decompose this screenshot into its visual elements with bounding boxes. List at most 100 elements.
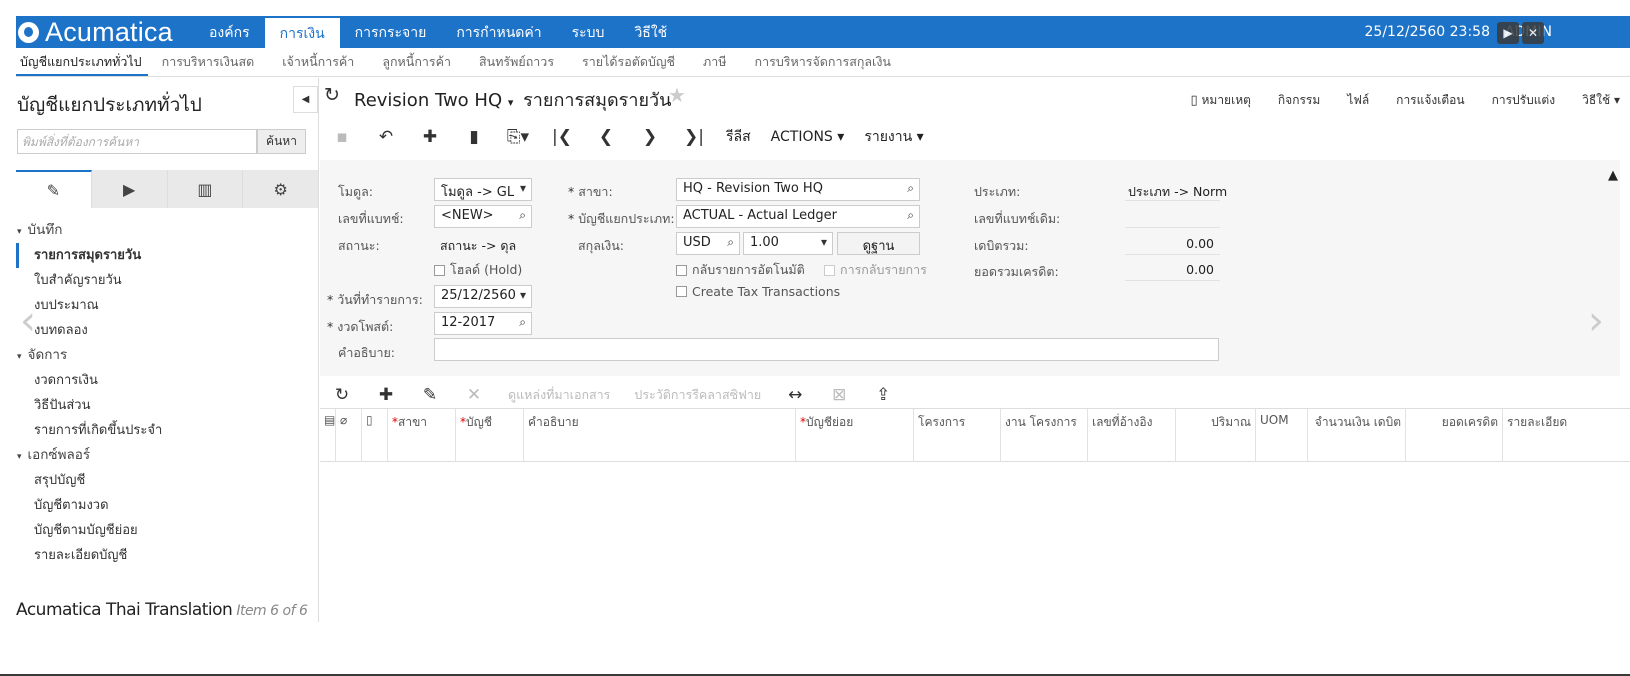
note-icon[interactable]: ▯	[361, 409, 387, 462]
collapse-form-icon[interactable]: ▲	[1608, 168, 1618, 183]
sidebar-item-account-by-subaccount[interactable]: บัญชีตามบัญชีย่อย	[16, 518, 316, 543]
module-accounts-payable[interactable]: เจ้าหนี้การค้า	[268, 48, 368, 76]
column-debit-amount[interactable]: จำนวนเงิน เดบิต	[1307, 409, 1405, 462]
rate-field[interactable]: 1.00 ▾	[743, 232, 833, 255]
column-quantity[interactable]: ปริมาณ	[1175, 409, 1255, 462]
close-icon[interactable]: ✕	[1522, 22, 1544, 44]
column-project[interactable]: โครงการ	[913, 409, 1000, 462]
sidebar-search-button[interactable]: ค้นหา	[257, 129, 306, 154]
previous-record-icon[interactable]: ❮	[584, 127, 628, 147]
grid-add-icon[interactable]: ✚	[364, 385, 408, 405]
batch-number-field[interactable]: <NEW> ⌕	[434, 205, 532, 228]
module-deferred-revenue[interactable]: รายได้รอตัดบัญชี	[568, 48, 689, 76]
report-tab-icon[interactable]: ▥	[168, 170, 244, 208]
topmenu-finance[interactable]: การเงิน	[264, 18, 340, 50]
create-tax-checkbox[interactable]: Create Tax Transactions	[676, 284, 840, 299]
export-excel-icon[interactable]: ⊠	[817, 385, 861, 405]
sidebar-search-input[interactable]: พิมพ์สิ่งที่ต้องการค้นหา	[17, 129, 257, 154]
column-credit-amount[interactable]: ยอดเครดิต	[1405, 409, 1502, 462]
view-source-button[interactable]: ดูแหล่งที่มาเอกสาร	[496, 385, 622, 405]
last-record-icon[interactable]: ❯|	[672, 127, 716, 147]
reclass-history-button[interactable]: ประวัติการรีคลาสซิฟาย	[622, 385, 773, 405]
notes-link[interactable]: ▯ หมายเหตุ	[1191, 91, 1251, 110]
tran-date-field[interactable]: 25/12/2560 ▾	[434, 285, 532, 308]
files-link[interactable]: ไฟล์	[1347, 91, 1369, 110]
fit-columns-icon[interactable]: ↔	[773, 385, 817, 405]
actions-menu[interactable]: ACTIONS ▾	[761, 129, 855, 145]
sidebar-item-account-details[interactable]: รายละเอียดบัญชี	[16, 543, 316, 568]
module-select[interactable]: โมดูล -> GL ▾	[434, 178, 532, 201]
company-selector[interactable]: Revision Two HQ	[354, 90, 502, 111]
release-button[interactable]: รีลีส	[716, 126, 761, 148]
column-branch[interactable]: *สาขา	[387, 409, 455, 462]
sidebar-item-financial-periods[interactable]: งวดการเงิน	[16, 368, 316, 393]
grid-refresh-icon[interactable]: ↻	[320, 385, 364, 405]
row-selector-icon[interactable]: ▤	[320, 409, 335, 462]
first-record-icon[interactable]: |❮	[540, 127, 584, 147]
column-account[interactable]: *บัญชี	[455, 409, 523, 462]
sidebar-item-recurring-transactions[interactable]: รายการที่เกิดขึ้นประจำ	[16, 418, 316, 443]
next-record-icon[interactable]: ❯	[628, 127, 672, 147]
topmenu-configuration[interactable]: การกำหนดค่า	[441, 16, 556, 48]
favorite-star-icon[interactable]: ★	[668, 83, 686, 107]
settings-tab-icon[interactable]: ⚙	[243, 170, 319, 208]
topmenu-organization[interactable]: องค์กร	[194, 16, 265, 48]
help-link[interactable]: วิธีใช้ ▾	[1582, 91, 1620, 110]
tree-group-transactions[interactable]: ▾ บันทึก	[16, 218, 316, 243]
customization-link[interactable]: การปรับแต่ง	[1492, 91, 1556, 110]
column-subaccount[interactable]: *บัญชีย่อย	[795, 409, 913, 462]
ledger-field[interactable]: ACTUAL - Actual Ledger ⌕	[676, 205, 920, 228]
upload-icon[interactable]: ⇪	[861, 385, 905, 405]
module-taxes[interactable]: ภาษี	[689, 48, 741, 76]
sidebar-item-account-by-period[interactable]: บัญชีตามงวด	[16, 493, 316, 518]
column-ref-number[interactable]: เลขที่อ้างอิง	[1087, 409, 1175, 462]
view-base-button[interactable]: ดูฐาน	[837, 232, 920, 255]
module-general-ledger[interactable]: บัญชีแยกประเภททั่วไป	[16, 48, 148, 76]
tree-group-processes[interactable]: ▾ จัดการ	[16, 343, 316, 368]
branch-field[interactable]: HQ - Revision Two HQ ⌕	[676, 178, 920, 201]
topmenu-help[interactable]: วิธีใช้	[619, 16, 682, 48]
module-fixed-assets[interactable]: สินทรัพย์ถาวร	[465, 48, 568, 76]
logo[interactable]: Acumatica	[16, 16, 173, 48]
reversing-checkbox[interactable]: การกลับรายการ	[824, 260, 927, 280]
next-slide-icon[interactable]: ›	[1588, 298, 1604, 344]
currency-field[interactable]: USD ⌕	[676, 232, 740, 255]
undo-icon[interactable]: ↶	[364, 127, 408, 147]
column-description[interactable]: คำอธิบาย	[523, 409, 795, 462]
tree-group-explore[interactable]: ▾ เอกซ์พลอร์	[16, 443, 316, 468]
grid-delete-icon[interactable]: ✕	[452, 385, 496, 405]
delete-icon[interactable]: ▮	[452, 127, 496, 147]
post-period-field[interactable]: 12-2017 ⌕	[434, 312, 532, 335]
reports-menu[interactable]: รายงาน ▾	[854, 126, 933, 148]
chevron-down-icon[interactable]: ▾	[508, 96, 514, 109]
process-tab-icon[interactable]: ▶	[92, 170, 168, 208]
sidebar-item-journal-vouchers[interactable]: ใบสำคัญรายวัน	[16, 268, 316, 293]
description-field[interactable]	[434, 338, 1219, 361]
copy-paste-icon[interactable]: ⎘▾	[496, 127, 540, 147]
hold-checkbox[interactable]: โฮลด์ (Hold)	[434, 260, 522, 280]
auto-reverse-checkbox[interactable]: กลับรายการอัตโนมัติ	[676, 260, 805, 280]
column-project-task[interactable]: งาน โครงการ	[1000, 409, 1087, 462]
sidebar-item-journal-transactions[interactable]: รายการสมุดรายวัน	[16, 243, 316, 268]
previous-slide-icon[interactable]: ‹	[20, 298, 36, 344]
activities-link[interactable]: กิจกรรม	[1278, 91, 1320, 110]
sidebar-item-allocations[interactable]: วิธีปันส่วน	[16, 393, 316, 418]
sidebar-item-budgets[interactable]: งบประมาณ	[16, 293, 316, 318]
grid-edit-icon[interactable]: ✎	[408, 385, 452, 405]
attachment-icon[interactable]: ⌀	[335, 409, 361, 462]
topmenu-distribution[interactable]: การกระจาย	[340, 16, 442, 48]
sidebar-item-trial-balance[interactable]: งบทดลอง	[16, 318, 316, 343]
add-icon[interactable]: ✚	[408, 127, 452, 147]
refresh-icon[interactable]: ↻	[324, 84, 340, 106]
module-cash-management[interactable]: การบริหารเงินสด	[148, 48, 269, 76]
module-accounts-receivable[interactable]: ลูกหนี้การค้า	[368, 48, 465, 76]
sidebar-item-account-summary[interactable]: สรุปบัญชี	[16, 468, 316, 493]
column-details[interactable]: รายละเอียด	[1502, 409, 1630, 462]
topmenu-system[interactable]: ระบบ	[557, 16, 620, 48]
edit-tab-icon[interactable]: ✎	[16, 170, 92, 208]
collapse-sidebar-icon[interactable]: ◀	[293, 86, 318, 113]
play-slideshow-icon[interactable]: ▶	[1497, 22, 1519, 44]
column-uom[interactable]: UOM	[1255, 409, 1307, 462]
save-icon[interactable]: ▪	[320, 127, 364, 147]
module-currency-management[interactable]: การบริหารจัดการสกุลเงิน	[741, 48, 905, 76]
